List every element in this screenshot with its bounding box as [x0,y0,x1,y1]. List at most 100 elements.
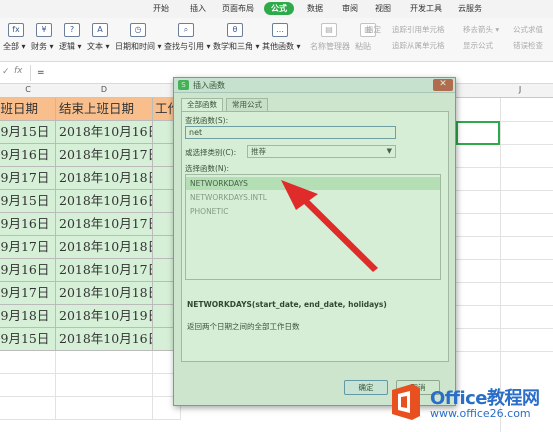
cell-text: 上班日期 [0,101,39,116]
math-trig-button[interactable]: θ 数学和三角 ▾ [213,18,260,62]
cell-d-header[interactable]: 结束上班日期 [56,98,153,121]
tab-all-functions[interactable]: 全部函数 [181,98,223,111]
dialog-title: 插入函数 [193,81,225,90]
column-header-d[interactable]: D [94,85,114,94]
ribbon: fx 全部 ▾ ¥ 财务 ▾ ? 逻辑 ▾ A 文本 ▾ ◷ 日期和时间 ▾ ⌕… [0,18,553,62]
cell-d[interactable]: 2018年10月16日 [56,121,153,144]
cell-c[interactable]: 年9月17日 [0,167,56,190]
ribbon-label: 逻辑 ▾ [59,42,82,51]
menu-tab-bar: 开始 插入 页面布局 公式 数据 审阅 视图 开发工具 云服务 [0,0,553,18]
logical-button[interactable]: ? 逻辑 ▾ [59,18,85,62]
grid-line [456,305,553,306]
category-select[interactable]: 推荐 ▼ [247,145,396,158]
insert-all-function-button[interactable]: fx 全部 ▾ [3,18,29,62]
function-item-networkdays-intl[interactable]: NETWORKDAYS.INTL [186,191,440,204]
function-description: 返回两个日期之间的全部工作日数 [187,322,300,331]
tab-formulas[interactable]: 公式 [264,2,294,15]
cell-text: 年9月17日 [0,285,50,300]
function-item-phonetic[interactable]: PHONETIC [186,205,440,218]
tab-common-formulas[interactable]: 常用公式 [226,98,268,111]
other-icon: … [272,23,288,37]
cell-c[interactable]: 年9月18日 [0,305,56,328]
cell-d[interactable]: 2018年10月17日 [56,144,153,167]
cell-text: 年9月16日 [0,262,50,277]
tab-cloud[interactable]: 云服务 [458,3,482,14]
tab-developer[interactable]: 开发工具 [410,3,442,14]
tab-view[interactable]: 视图 [375,3,391,14]
trace-dependents-button[interactable]: 追踪从属单元格 [392,40,445,51]
cell-c[interactable]: 年9月16日 [0,144,56,167]
app-icon: S [178,80,189,90]
cell-text: 年9月17日 [0,170,50,185]
ribbon-label: 查找与引用 ▾ [164,42,211,51]
cell-c[interactable]: 年9月17日 [0,236,56,259]
search-function-input[interactable]: net [185,126,396,139]
cell-c[interactable]: 年9月15日 [0,190,56,213]
dialog-title-bar[interactable]: S 插入函数 ✕ [174,78,455,93]
office-logo-icon [392,384,420,420]
cell-d[interactable]: 2018年10月17日 [56,213,153,236]
name-manager-icon: ▤ [321,23,337,37]
cell-d[interactable]: 2018年10月18日 [56,282,153,305]
show-formulas-button[interactable]: 显示公式 [463,40,493,51]
name-manager-button[interactable]: ▤ 名称管理器 [310,18,350,62]
cell-c[interactable]: 年9月15日 [0,328,56,351]
ribbon-label: 全部 ▾ [3,42,26,51]
math-icon: θ [227,23,243,37]
define-name-button[interactable]: 指定 [366,24,381,35]
cell-d[interactable]: 2018年10月19日 [56,305,153,328]
function-list[interactable]: NETWORKDAYS NETWORKDAYS.INTL PHONETIC [185,174,441,280]
cell-d[interactable] [56,397,153,420]
tab-insert[interactable]: 插入 [190,3,206,14]
close-button[interactable]: ✕ [433,79,453,91]
cell-c-header[interactable]: 上班日期 [0,98,56,121]
grid-line [456,259,553,260]
date-time-button[interactable]: ◷ 日期和时间 ▾ [115,18,162,62]
other-functions-button[interactable]: … 其他函数 ▾ [262,18,301,62]
tab-page-layout[interactable]: 页面布局 [222,3,254,14]
cell-c[interactable]: 年9月16日 [0,213,56,236]
evaluate-formula-button[interactable]: 公式求值 [513,24,543,35]
cell-c[interactable] [0,351,56,374]
lookup-reference-button[interactable]: ⌕ 查找与引用 ▾ [164,18,211,62]
cell-d[interactable]: 2018年10月17日 [56,259,153,282]
trace-precedents-button[interactable]: 追踪引用单元格 [392,24,445,35]
tab-review[interactable]: 审阅 [342,3,358,14]
fx-icon: fx [8,23,24,37]
error-checking-button[interactable]: 错误检查 [513,40,543,51]
ribbon-label: 其他函数 ▾ [262,42,301,51]
cell-d[interactable]: 2018年10月18日 [56,167,153,190]
tab-data[interactable]: 数据 [307,3,323,14]
cell-d[interactable] [56,374,153,397]
cell-d[interactable]: 2018年10月18日 [56,236,153,259]
cell-c[interactable] [0,374,56,397]
grid-line [456,351,553,352]
column-header-j[interactable]: J [510,85,530,94]
category-value: 推荐 [251,147,266,156]
cell-c[interactable]: 年9月15日 [0,121,56,144]
text-button[interactable]: A 文本 ▾ [87,18,113,62]
column-header-c[interactable]: C [18,85,38,94]
cell-c[interactable] [0,397,56,420]
cell-d[interactable]: 2018年10月16日 [56,328,153,351]
chevron-down-icon: ▼ [386,147,392,155]
tab-home[interactable]: 开始 [153,3,169,14]
function-item-networkdays[interactable]: NETWORKDAYS [186,177,440,190]
cell-c[interactable]: 年9月17日 [0,282,56,305]
cell-d[interactable]: 2018年10月16日 [56,190,153,213]
grid-line [456,282,553,283]
check-icon[interactable]: ✓ [2,67,10,77]
ribbon-label: 粘贴 [355,42,371,51]
cell-c[interactable]: 年9月16日 [0,259,56,282]
search-function-label: 查找函数(S): [185,116,229,125]
text-icon: A [92,23,108,37]
remove-arrows-button[interactable]: 移去箭头 ▾ [463,24,499,35]
clock-icon: ◷ [130,23,146,37]
grid-line [456,236,553,237]
selected-cell[interactable] [456,121,500,145]
fx-icon[interactable]: fx [14,66,23,76]
watermark-url: www.office26.com [430,407,531,420]
financial-button[interactable]: ¥ 财务 ▾ [31,18,57,62]
cell-text: 年9月16日 [0,216,50,231]
cell-d[interactable] [56,351,153,374]
